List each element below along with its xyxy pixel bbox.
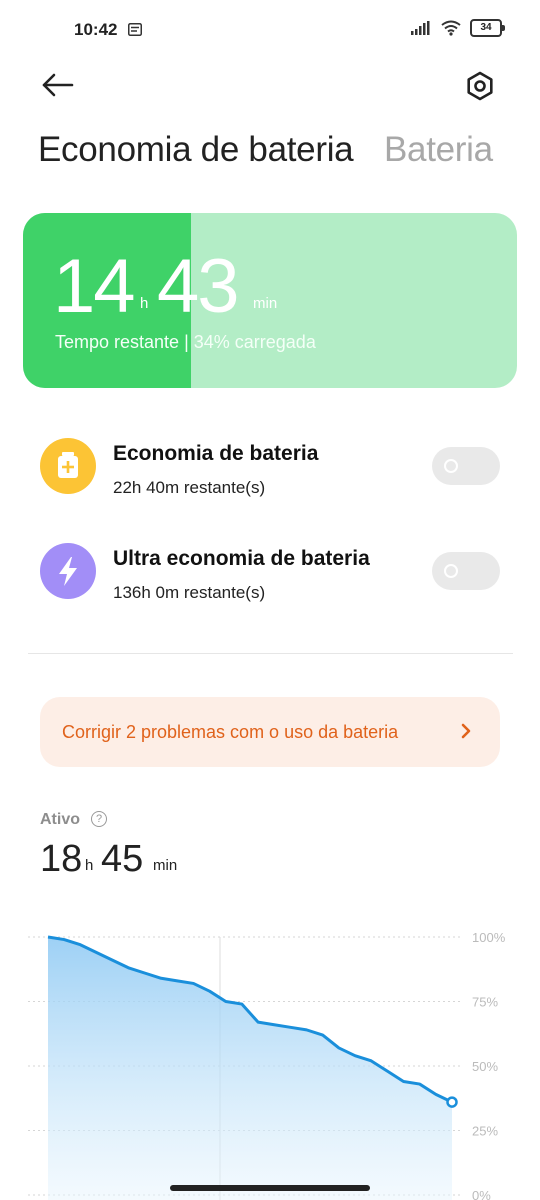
signal-icon — [411, 21, 430, 35]
battery-plus-icon — [40, 438, 96, 494]
remaining-minutes: 43 — [157, 244, 240, 329]
ultra-battery-saver-title: Ultra economia de bateria — [113, 547, 370, 570]
battery-saver-title: Economia de bateria — [113, 442, 319, 465]
settings-gear-icon[interactable] — [460, 66, 500, 106]
chart-current-point — [446, 1096, 458, 1108]
remaining-hours-unit: h — [140, 295, 149, 312]
back-arrow-icon[interactable] — [38, 66, 78, 106]
y-tick-label: 50% — [472, 1059, 498, 1074]
toggle-knob — [444, 459, 458, 473]
battery-saver-toggle[interactable] — [432, 447, 500, 485]
chevron-right-icon — [461, 723, 471, 739]
y-tick-label: 0% — [472, 1188, 491, 1200]
ultra-battery-saver-row[interactable]: Ultra economia de bateria 136h 0m restan… — [40, 543, 510, 603]
y-tick-label: 100% — [472, 930, 506, 945]
chart-area-fill — [48, 937, 452, 1200]
active-minutes: 45 — [101, 838, 144, 880]
notification-icon — [128, 23, 142, 36]
y-tick-label: 75% — [472, 995, 498, 1010]
fix-problems-banner[interactable]: Corrigir 2 problemas com o uso da bateri… — [40, 697, 500, 767]
tab-battery[interactable]: Bateria — [384, 130, 493, 170]
status-icons: 34 — [410, 19, 505, 37]
ultra-battery-saver-toggle[interactable] — [432, 552, 500, 590]
remaining-subtitle: Tempo restante | 34% carregada — [55, 332, 316, 352]
remaining-minutes-unit: min — [253, 295, 278, 312]
active-hours-unit: h — [85, 857, 94, 874]
home-indicator — [170, 1185, 370, 1191]
help-icon[interactable]: ? — [91, 811, 107, 827]
active-minutes-unit: min — [153, 857, 178, 874]
remaining-hours: 14 — [53, 244, 136, 329]
lightning-icon — [40, 543, 96, 599]
active-hours: 18 — [40, 838, 83, 880]
tab-battery-saver[interactable]: Economia de bateria — [38, 130, 354, 170]
active-label: Ativo — [40, 811, 80, 828]
battery-remaining-card[interactable]: 14 h 43 min Tempo restante | 34% carrega… — [23, 213, 517, 388]
battery-saver-subtitle: 22h 40m restante(s) — [113, 478, 266, 497]
battery-level-chart: 100% 75% 50% 25% 0% — [28, 930, 506, 1200]
divider — [28, 653, 513, 654]
status-time: 10:42 — [74, 20, 118, 39]
battery-level-icon: 34 — [470, 19, 505, 37]
wifi-icon — [441, 20, 461, 36]
ultra-battery-saver-subtitle: 136h 0m restante(s) — [113, 583, 266, 602]
fix-problems-text: Corrigir 2 problemas com o uso da bateri… — [62, 722, 399, 742]
y-tick-label: 25% — [472, 1124, 498, 1139]
toggle-knob — [444, 564, 458, 578]
battery-saver-row[interactable]: Economia de bateria 22h 40m restante(s) — [40, 438, 510, 498]
